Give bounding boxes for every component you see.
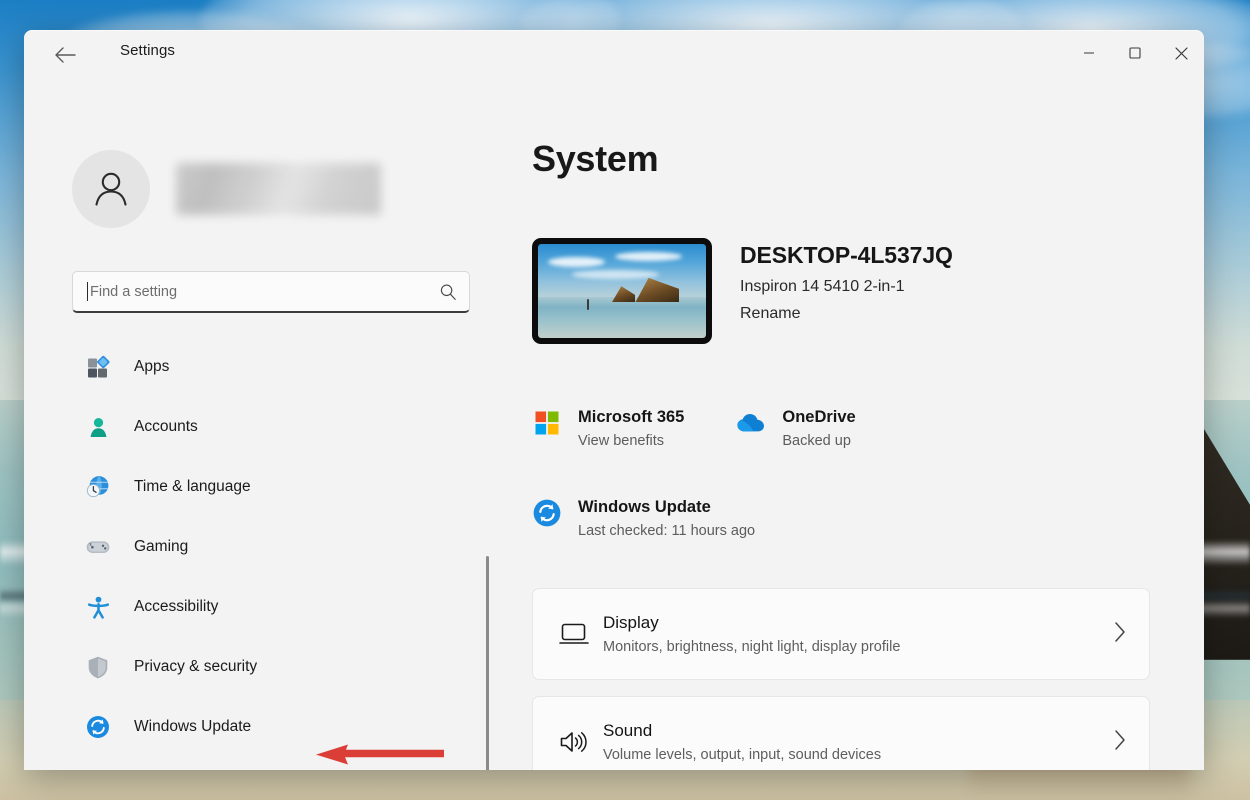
card-title: Display — [603, 613, 1113, 633]
sidebar-item-privacy-security[interactable]: Privacy & security — [72, 646, 482, 688]
settings-window: Settings — [24, 30, 1204, 770]
sidebar-item-accounts[interactable]: Accounts — [72, 406, 482, 448]
rename-link[interactable]: Rename — [740, 305, 953, 323]
onedrive-cloud-icon — [736, 408, 766, 438]
status-onedrive[interactable]: OneDrive Backed up — [736, 408, 855, 449]
status-row: Microsoft 365 View benefits OneDrive Bac… — [532, 408, 856, 449]
back-button[interactable] — [48, 40, 82, 70]
settings-card-sound[interactable]: Sound Volume levels, output, input, soun… — [532, 696, 1150, 770]
time-language-globe-icon — [84, 473, 112, 501]
sidebar-item-label: Privacy & security — [134, 658, 257, 676]
card-subtitle: Monitors, brightness, night light, displ… — [603, 639, 1113, 655]
search-placeholder: Find a setting — [90, 284, 439, 300]
status-windows-update[interactable]: Windows Update Last checked: 11 hours ag… — [532, 498, 755, 539]
sidebar-item-label: Windows Update — [134, 718, 251, 736]
window-titlebar[interactable]: Settings — [24, 30, 1204, 78]
sidebar: Find a setting — [24, 78, 504, 770]
arrow-left-icon — [54, 46, 76, 64]
search-field-wrapper[interactable]: Find a setting — [72, 271, 470, 313]
card-subtitle: Volume levels, output, input, sound devi… — [603, 747, 1113, 763]
card-title: Sound — [603, 721, 1113, 741]
status-title: Microsoft 365 — [578, 408, 684, 427]
sidebar-item-label: Apps — [134, 358, 169, 376]
status-subtitle: Last checked: 11 hours ago — [578, 523, 755, 539]
settings-card-display[interactable]: Display Monitors, brightness, night ligh… — [532, 588, 1150, 680]
sidebar-nav: Apps Accounts — [72, 346, 482, 766]
window-controls — [1066, 30, 1204, 78]
chevron-right-icon — [1113, 729, 1127, 756]
device-model: Inspiron 14 5410 2-in-1 — [740, 278, 953, 296]
sidebar-item-gaming[interactable]: Gaming — [72, 526, 482, 568]
status-microsoft-365[interactable]: Microsoft 365 View benefits — [532, 408, 684, 449]
maximize-icon — [1129, 47, 1141, 59]
status-title: OneDrive — [782, 408, 855, 427]
account-name-redacted — [176, 163, 381, 215]
search-icon[interactable] — [439, 283, 457, 301]
sidebar-item-label: Accessibility — [134, 598, 218, 616]
accessibility-person-icon — [84, 593, 112, 621]
close-icon — [1175, 47, 1188, 60]
device-wallpaper-thumbnail — [532, 238, 712, 344]
page-title: System — [532, 138, 658, 180]
account-profile[interactable] — [72, 150, 381, 228]
main-content: System DESKTOP-4L537JQ Inspiron 14 5410 … — [504, 78, 1204, 770]
sound-speaker-icon — [559, 729, 599, 755]
accounts-person-icon — [84, 413, 112, 441]
display-monitor-icon — [559, 622, 599, 646]
sidebar-item-label: Accounts — [134, 418, 198, 436]
window-title: Settings — [120, 42, 175, 59]
status-subtitle: Backed up — [782, 433, 855, 449]
sidebar-item-label: Time & language — [134, 478, 251, 496]
windows-update-refresh-icon — [84, 713, 112, 741]
chevron-right-icon — [1113, 621, 1127, 648]
sidebar-item-label: Gaming — [134, 538, 188, 556]
shield-icon — [84, 653, 112, 681]
annotation-arrow-left-icon — [314, 742, 444, 768]
gaming-controller-icon — [84, 533, 112, 561]
close-button[interactable] — [1158, 30, 1204, 76]
search-input[interactable]: Find a setting — [72, 271, 470, 313]
status-title: Windows Update — [578, 498, 755, 517]
text-caret — [87, 282, 88, 301]
sidebar-item-time-language[interactable]: Time & language — [72, 466, 482, 508]
windows-update-refresh-icon — [532, 498, 562, 528]
device-name: DESKTOP-4L537JQ — [740, 242, 953, 269]
minimize-button[interactable] — [1066, 30, 1112, 76]
person-avatar-icon — [89, 167, 133, 211]
device-summary: DESKTOP-4L537JQ Inspiron 14 5410 2-in-1 … — [532, 238, 953, 344]
maximize-button[interactable] — [1112, 30, 1158, 76]
sidebar-scrollbar[interactable] — [486, 556, 489, 770]
minimize-icon — [1083, 47, 1095, 59]
status-subtitle[interactable]: View benefits — [578, 433, 684, 449]
microsoft-365-logo-icon — [532, 408, 562, 438]
apps-icon — [84, 353, 112, 381]
avatar — [72, 150, 150, 228]
settings-cards: Display Monitors, brightness, night ligh… — [532, 588, 1150, 770]
sidebar-item-accessibility[interactable]: Accessibility — [72, 586, 482, 628]
sidebar-item-apps[interactable]: Apps — [72, 346, 482, 388]
